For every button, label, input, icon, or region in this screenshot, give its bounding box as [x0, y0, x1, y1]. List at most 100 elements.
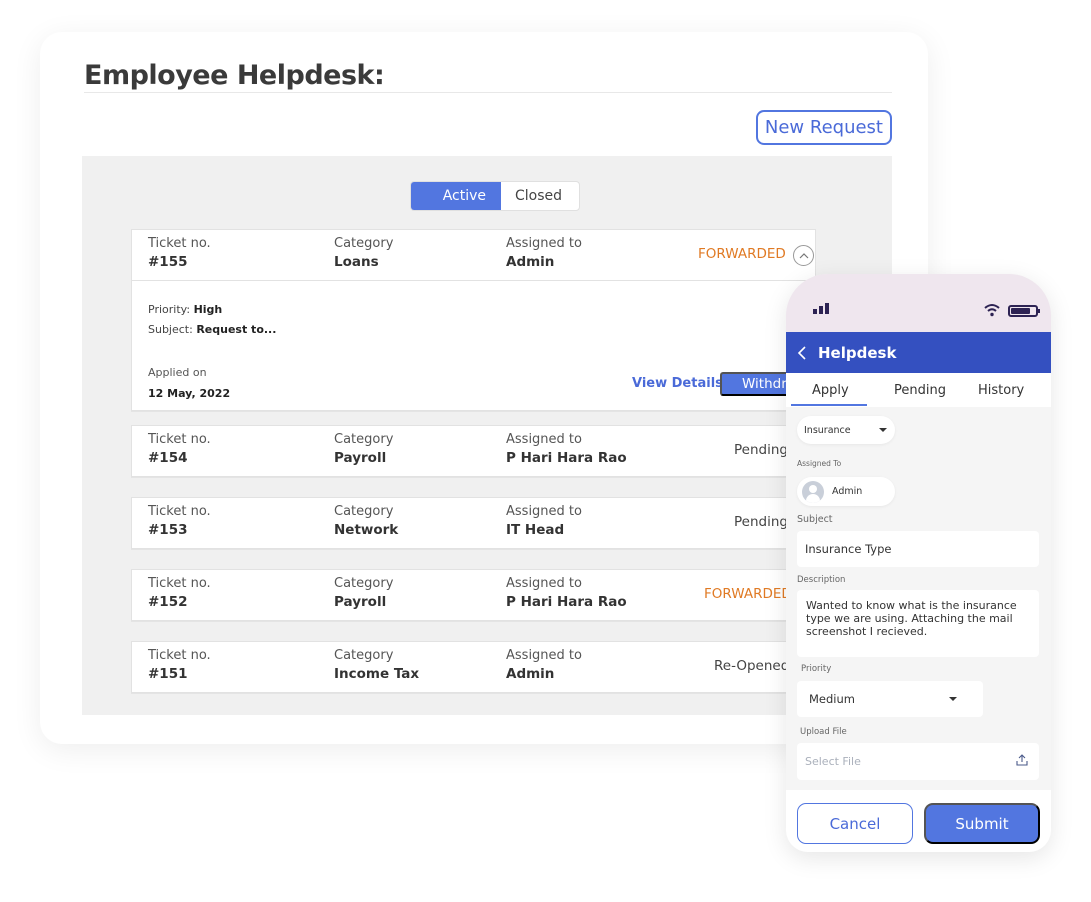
ticket-header[interactable]: Ticket no. #153 Category Network Assigne…	[132, 498, 815, 548]
ticket-number: #154	[148, 450, 188, 466]
category-label: Category	[334, 648, 394, 663]
ticket-number-label: Ticket no.	[148, 236, 211, 251]
mobile-footer: Cancel Submit	[786, 790, 1051, 852]
applied-on-label: Applied on	[148, 366, 207, 379]
tab-pending[interactable]: Pending	[894, 383, 946, 398]
new-request-button[interactable]: New Request	[755, 110, 892, 145]
toolbar: New Request	[84, 93, 892, 156]
avatar-icon	[802, 480, 824, 503]
collapse-button[interactable]	[793, 245, 814, 266]
ticket-card[interactable]: Ticket no. #155 Category Loans Assigned …	[131, 229, 840, 411]
dropdown-caret-icon	[949, 697, 957, 701]
ticket-header[interactable]: Ticket no. #155 Category Loans Assigned …	[132, 230, 815, 280]
mobile-app-mockup: Helpdesk Apply Pending History Insurance…	[786, 274, 1051, 852]
ticket-number-col: Ticket no. #153	[148, 504, 211, 539]
dropdown-caret-icon	[879, 428, 887, 432]
battery-icon	[1008, 305, 1040, 317]
priority-label: Priority	[801, 664, 832, 674]
ticket-number-col: Ticket no. #151	[148, 648, 211, 683]
filter-active-button[interactable]: Active	[411, 182, 501, 210]
ticket-number: #152	[148, 594, 188, 610]
priority-label: Priority:	[148, 303, 191, 316]
subject-input[interactable]: Insurance Type	[797, 531, 1039, 567]
category-label: Category	[334, 236, 394, 251]
page-title: Employee Helpdesk:	[84, 60, 385, 91]
category-label: Category	[334, 504, 394, 519]
tab-history[interactable]: History	[978, 383, 1024, 398]
priority-value: High	[193, 303, 223, 316]
upload-file-label: Upload File	[800, 727, 847, 737]
phone-status-bar	[786, 274, 1051, 332]
view-details-link[interactable]: View Details	[632, 376, 723, 391]
category-label: Category	[334, 432, 394, 447]
assigned-col: Assigned to Admin	[506, 648, 582, 683]
active-tab-indicator	[791, 404, 867, 406]
upload-file-input[interactable]: Select File	[797, 743, 1039, 780]
ticket-number: #153	[148, 522, 188, 538]
assigned-label: Assigned to	[506, 236, 582, 251]
assigned-value: Admin	[506, 666, 555, 682]
tab-apply[interactable]: Apply	[812, 383, 849, 398]
ticket-number-col: Ticket no. #154	[148, 432, 211, 467]
status-badge: Pending	[734, 514, 788, 530]
mobile-tabs: Apply Pending History	[786, 373, 1051, 407]
assigned-label: Assigned to	[506, 432, 582, 447]
priority-line: Priority: High	[148, 303, 222, 316]
assigned-col: Assigned to IT Head	[506, 504, 582, 539]
ticket-header[interactable]: Ticket no. #152 Category Payroll Assigne…	[132, 570, 815, 620]
priority-select[interactable]: Medium	[797, 681, 983, 717]
ticket-number-label: Ticket no.	[148, 504, 211, 519]
assigned-value: Admin	[506, 254, 555, 270]
status-badge: FORWARDED	[704, 586, 792, 602]
submit-button[interactable]: Submit	[924, 803, 1040, 844]
ticket-number-label: Ticket no.	[148, 576, 211, 591]
category-col: Category Loans	[334, 236, 393, 271]
assigned-label: Assigned to	[506, 576, 582, 591]
subject-value: Request to...	[196, 323, 277, 336]
applied-on-date: 12 May, 2022	[148, 387, 231, 400]
cancel-button[interactable]: Cancel	[797, 803, 913, 844]
category-value: Payroll	[334, 450, 387, 466]
ticket-card[interactable]: Ticket no. #152 Category Payroll Assigne…	[131, 569, 816, 621]
subject-label: Subject:	[148, 323, 193, 336]
subject-label: Subject	[797, 514, 833, 525]
status-filter-toggle: Active Closed	[410, 181, 580, 211]
signal-icon	[813, 303, 829, 314]
filter-closed-button[interactable]: Closed	[501, 182, 579, 210]
ticket-card[interactable]: Ticket no. #153 Category Network Assigne…	[131, 497, 816, 549]
category-label: Category	[334, 576, 394, 591]
upload-icon[interactable]	[1015, 753, 1029, 767]
chevron-up-icon	[799, 252, 808, 258]
assigned-label: Assigned to	[506, 648, 582, 663]
subject-line: Subject: Request to...	[148, 323, 276, 336]
ticket-card[interactable]: Ticket no. #154 Category Payroll Assigne…	[131, 425, 816, 477]
upload-placeholder: Select File	[805, 755, 861, 768]
category-value: Network	[334, 522, 399, 538]
ticket-details: Priority: High Subject: Request to... Ap…	[132, 280, 840, 410]
mobile-header-title: Helpdesk	[818, 343, 897, 362]
assigned-to-label: Assigned To	[797, 459, 842, 468]
assignee-chip: Admin	[797, 477, 895, 506]
category-col: Category Network	[334, 504, 398, 539]
category-value: Loans	[334, 254, 379, 270]
category-select[interactable]: Insurance	[797, 416, 895, 444]
ticket-header[interactable]: Ticket no. #154 Category Payroll Assigne…	[132, 426, 815, 476]
assigned-col: Assigned to P Hari Hara Rao	[506, 576, 627, 611]
ticket-number: #155	[148, 254, 188, 270]
category-value: Income Tax	[334, 666, 420, 682]
back-chevron-icon[interactable]	[796, 345, 808, 361]
category-select-value: Insurance	[804, 424, 851, 436]
ticket-card[interactable]: Ticket no. #151 Category Income Tax Assi…	[131, 641, 816, 693]
description-label: Description	[797, 575, 846, 585]
ticket-number: #151	[148, 666, 188, 682]
ticket-header[interactable]: Ticket no. #151 Category Income Tax Assi…	[132, 642, 815, 692]
priority-select-value: Medium	[809, 692, 855, 706]
assigned-value: IT Head	[506, 522, 565, 538]
category-col: Category Payroll	[334, 576, 393, 611]
ticket-number-col: Ticket no. #155	[148, 236, 211, 271]
mobile-header: Helpdesk	[786, 332, 1051, 373]
assigned-label: Assigned to	[506, 504, 582, 519]
description-textarea[interactable]: Wanted to know what is the insurance typ…	[797, 590, 1039, 657]
assigned-col: Assigned to P Hari Hara Rao	[506, 432, 627, 467]
category-value: Payroll	[334, 594, 387, 610]
